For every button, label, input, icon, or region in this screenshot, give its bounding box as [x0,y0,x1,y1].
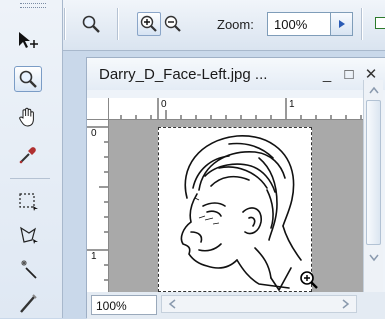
eyedropper-icon [19,147,36,164]
magnifier-icon [19,70,37,88]
ruler-label-v1: 1 [91,251,97,262]
resize-windows-checkbox[interactable] [375,17,385,29]
scroll-down-arrow-icon[interactable] [366,250,382,266]
ruler-label-0: 0 [161,99,167,110]
panel-grip[interactable] [20,3,46,8]
options-divider [117,8,119,40]
rectangular-marquee-icon [19,193,38,211]
vertical-ruler-ticks [87,126,108,281]
eyedropper-tool-button[interactable] [14,142,42,168]
hand-tool-button[interactable] [14,104,42,130]
lasso-tool-button[interactable] [14,222,42,248]
options-bar: Zoom: 100% [63,0,385,51]
document-titlebar[interactable]: Darry_D_Face-Left.jpg ... _ □ ✕ [87,58,385,90]
zoom-dropdown-button[interactable] [331,12,353,36]
zoom-tool-button[interactable] [14,66,42,92]
vertical-ruler[interactable]: 0 1 [87,120,109,292]
ruler-label-v0: 0 [91,128,97,139]
move-tool-button[interactable] [14,28,42,54]
vertical-scroll-thumb[interactable] [366,100,381,245]
caricature-image [158,127,312,292]
brush-icon [20,294,37,313]
zoom-in-icon [140,15,157,32]
zoom-cursor-icon [300,271,318,289]
horizontal-ruler-ticks [120,98,362,119]
ruler-origin[interactable] [87,98,109,120]
magic-wand-tool-button[interactable] [14,256,42,282]
scroll-left-arrow-icon[interactable] [164,296,180,312]
zoom-tool-icon [82,15,100,33]
options-divider [64,8,66,40]
maximize-button[interactable]: □ [339,64,359,84]
brush-tool-button[interactable] [14,290,42,316]
options-divider [361,8,363,40]
document-status-bar: 100% [87,292,385,319]
scroll-right-arrow-icon[interactable] [338,296,354,312]
zoom-percent-input[interactable]: 100% [267,12,331,36]
marquee-tool-button[interactable] [14,188,42,214]
zoom-in-button[interactable] [137,12,161,36]
vertical-scrollbar[interactable] [363,80,383,292]
minimize-button[interactable]: _ [317,64,337,84]
horizontal-ruler[interactable]: 0 1 [109,98,363,120]
hand-icon [19,107,34,127]
current-tool-preset[interactable] [79,12,103,36]
scroll-up-arrow-icon[interactable] [366,82,382,98]
zoom-out-icon [164,15,181,32]
document-window: Darry_D_Face-Left.jpg ... _ □ ✕ 0 1 0 1 [86,57,385,319]
magic-wand-icon [21,260,37,279]
tools-divider [10,178,50,179]
horizontal-scrollbar[interactable] [161,295,357,313]
zoom-level-field[interactable]: 100% [91,295,157,315]
tools-panel [0,0,63,318]
lasso-icon [20,226,38,244]
move-icon [19,32,38,48]
face-caricature-drawing [180,135,302,292]
zoom-label: Zoom: [217,17,254,32]
document-title: Darry_D_Face-Left.jpg ... [99,66,268,83]
dropdown-arrow-icon [338,20,345,28]
ruler-label-1: 1 [289,99,295,110]
document-canvas[interactable] [109,120,363,292]
zoom-out-button[interactable] [161,12,185,36]
